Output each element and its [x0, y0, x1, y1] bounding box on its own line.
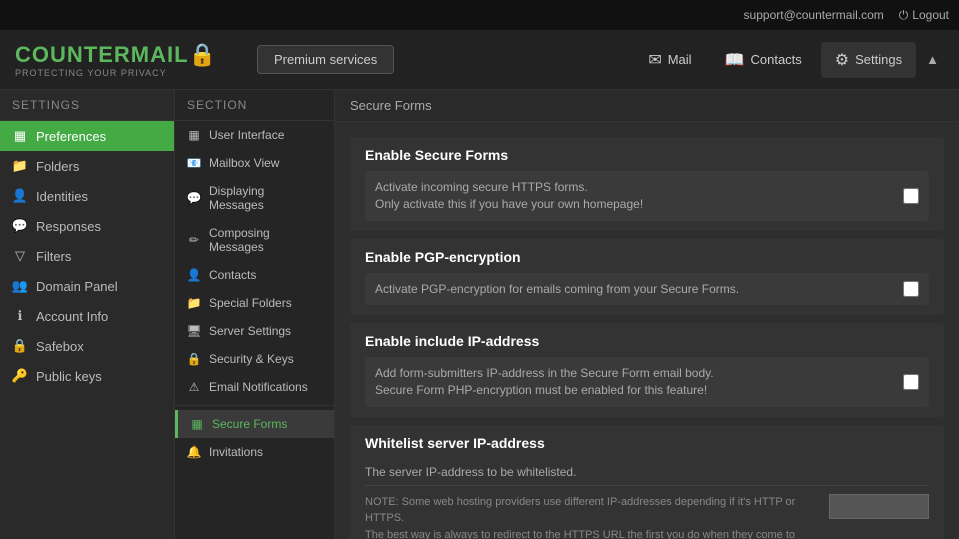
domain-panel-icon: 👥 [12, 278, 28, 294]
nav-mail[interactable]: ✉ Mail [634, 42, 705, 78]
preferences-icon: ▦ [12, 128, 28, 144]
whitelist-section: Whitelist server IP-address The server I… [350, 425, 944, 539]
enable-pgp-section: Enable PGP-encryption Activate PGP-encry… [350, 239, 944, 316]
enable-secure-forms-section: Enable Secure Forms Activate incoming se… [350, 137, 944, 231]
whitelist-title: Whitelist server IP-address [365, 435, 929, 451]
sidebar-item-public-keys[interactable]: 🔑 Public keys [0, 361, 174, 391]
nav-buttons: ✉ Mail 📖 Contacts ⚙ Settings ▲ [634, 42, 944, 78]
nav-settings[interactable]: ⚙ Settings [821, 42, 916, 78]
whitelist-label: The server IP-address to be whitelisted. [365, 459, 929, 486]
section-item-contacts[interactable]: 👤 Contacts [175, 261, 334, 289]
enable-secure-forms-checkbox[interactable] [903, 188, 919, 204]
section-item-secure-forms[interactable]: ▦ Secure Forms [175, 410, 334, 438]
enable-pgp-title: Enable PGP-encryption [365, 249, 929, 265]
sidebar-item-identities[interactable]: 👤 Identities [0, 181, 174, 211]
enable-ip-section: Enable include IP-address Add form-submi… [350, 323, 944, 417]
section-item-special-folders[interactable]: 📁 Special Folders [175, 289, 334, 317]
invitations-icon: 🔔 [187, 445, 201, 459]
premium-button[interactable]: Premium services [257, 45, 394, 74]
header: COUNTERMAIL🔒 PROTECTING YOUR PRIVACY Pre… [0, 30, 959, 90]
content-header: Secure Forms [335, 90, 959, 122]
safebox-icon: 🔒 [12, 338, 28, 354]
sidebar-item-responses[interactable]: 💬 Responses [0, 211, 174, 241]
logo: COUNTERMAIL🔒 PROTECTING YOUR PRIVACY [15, 42, 217, 78]
whitelist-ip-input[interactable] [829, 494, 929, 519]
whitelist-notes: NOTE: Some web hosting providers use dif… [365, 494, 819, 539]
section-item-invitations[interactable]: 🔔 Invitations [175, 438, 334, 466]
section-header: Section [175, 90, 334, 121]
public-keys-icon: 🔑 [12, 368, 28, 384]
mailbox-view-icon: 📧 [187, 156, 201, 170]
section-item-email-notifications[interactable]: ⚠ Email Notifications [175, 373, 334, 401]
folders-icon: 📁 [12, 158, 28, 174]
section-item-mailbox-view[interactable]: 📧 Mailbox View [175, 149, 334, 177]
content-body: Enable Secure Forms Activate incoming se… [335, 122, 959, 539]
enable-ip-title: Enable include IP-address [365, 333, 929, 349]
enable-pgp-checkbox[interactable] [903, 281, 919, 297]
mail-icon: ✉ [648, 50, 661, 70]
settings-icon: ⚙ [835, 50, 849, 70]
enable-ip-checkbox[interactable] [903, 374, 919, 390]
enable-ip-description: Add form-submitters IP-address in the Se… [375, 365, 893, 399]
enable-secure-forms-title: Enable Secure Forms [365, 147, 929, 163]
contacts-icon: 📖 [725, 50, 745, 70]
special-folders-icon: 📁 [187, 296, 201, 310]
section-item-server-settings[interactable]: 🖥 Server Settings [175, 317, 334, 345]
main-layout: Settings ▦ Preferences 📁 Folders 👤 Ident… [0, 90, 959, 539]
nav-contacts[interactable]: 📖 Contacts [711, 42, 816, 78]
user-interface-icon: ▦ [187, 128, 201, 142]
email-notifications-icon: ⚠ [187, 380, 201, 394]
power-icon: ⏻ [899, 8, 909, 23]
enable-pgp-description: Activate PGP-encryption for emails comin… [375, 281, 893, 298]
secure-forms-icon: ▦ [190, 417, 204, 431]
sidebar: Settings ▦ Preferences 📁 Folders 👤 Ident… [0, 90, 175, 539]
composing-messages-icon: ✏ [187, 233, 201, 247]
enable-pgp-row: Activate PGP-encryption for emails comin… [365, 273, 929, 306]
section-divider [175, 405, 334, 406]
sidebar-item-filters[interactable]: ▽ Filters [0, 241, 174, 271]
collapse-icon[interactable]: ▲ [921, 47, 944, 72]
sidebar-item-preferences[interactable]: ▦ Preferences [0, 121, 174, 151]
displaying-messages-icon: 💬 [187, 191, 201, 205]
identities-icon: 👤 [12, 188, 28, 204]
section-item-user-interface[interactable]: ▦ User Interface [175, 121, 334, 149]
filters-icon: ▽ [12, 248, 28, 264]
account-info-icon: ℹ [12, 308, 28, 324]
whitelist-form-section: Whitelist server IP-address The server I… [350, 425, 944, 539]
enable-ip-row: Add form-submitters IP-address in the Se… [365, 357, 929, 407]
responses-icon: 💬 [12, 218, 28, 234]
server-settings-icon: 🖥 [187, 324, 201, 338]
security-keys-icon: 🔒 [187, 352, 201, 366]
sidebar-item-account-info[interactable]: ℹ Account Info [0, 301, 174, 331]
sidebar-header: Settings [0, 90, 174, 121]
enable-secure-forms-row: Activate incoming secure HTTPS forms.Onl… [365, 171, 929, 221]
contacts-section-icon: 👤 [187, 268, 201, 282]
sidebar-item-domain-panel[interactable]: 👥 Domain Panel [0, 271, 174, 301]
section-item-displaying-messages[interactable]: 💬 Displaying Messages [175, 177, 334, 219]
section-panel: Section ▦ User Interface 📧 Mailbox View … [175, 90, 335, 539]
sidebar-item-folders[interactable]: 📁 Folders [0, 151, 174, 181]
section-item-security-keys[interactable]: 🔒 Security & Keys [175, 345, 334, 373]
user-email: support@countermail.com [744, 8, 884, 22]
logout-button[interactable]: ⏻ Logout [899, 8, 949, 23]
top-bar: support@countermail.com ⏻ Logout [0, 0, 959, 30]
content-area: Secure Forms Enable Secure Forms Activat… [335, 90, 959, 539]
enable-secure-forms-description: Activate incoming secure HTTPS forms.Onl… [375, 179, 893, 213]
sidebar-item-safebox[interactable]: 🔒 Safebox [0, 331, 174, 361]
section-item-composing-messages[interactable]: ✏ Composing Messages [175, 219, 334, 261]
whitelist-content: NOTE: Some web hosting providers use dif… [365, 494, 929, 539]
